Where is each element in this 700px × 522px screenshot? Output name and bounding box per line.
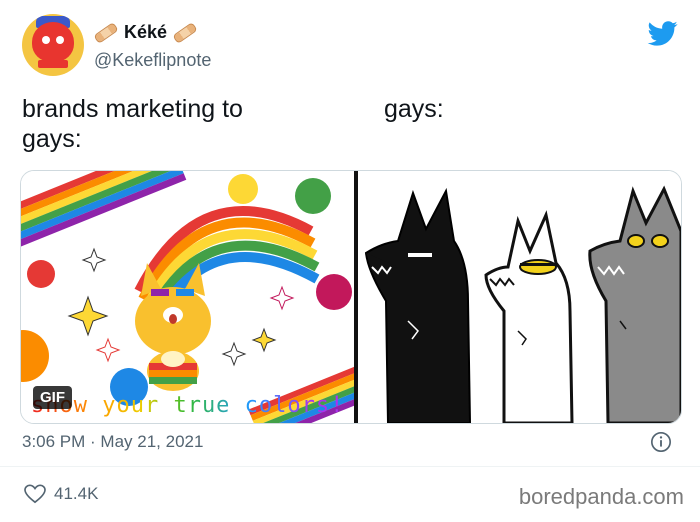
heart-outline-icon[interactable] [24,484,46,504]
wolves-illustration [364,185,681,423]
gif-badge: GIF [33,386,72,409]
bandage-icon [93,21,119,44]
caption-right: gays: [384,95,444,123]
tweet-media[interactable]: show your true colors! GIF [20,170,682,424]
watermark: boredpanda.com [518,484,684,509]
avatar[interactable] [22,14,84,76]
gif-slogan: show your true colors! [31,393,345,418]
bandage-icon [172,21,198,44]
tweet-header: Kéké @Kekeflipnote [22,14,682,78]
divider [0,466,700,467]
caption-left: brands marketing to gays: [22,95,243,153]
user-handle[interactable]: @Kekeflipnote [94,50,211,71]
info-icon[interactable] [650,431,672,453]
name-row[interactable]: Kéké [93,21,198,44]
twitter-bird-icon[interactable] [646,18,680,48]
gif-panel-brand[interactable]: show your true colors! GIF [21,171,354,423]
image-panel-wolves[interactable] [358,171,681,423]
display-name[interactable]: Kéké [124,22,167,43]
rainbow-mascot-illustration [21,171,354,423]
like-count: 41.4K [54,484,99,503]
like-button[interactable]: 41.4K [24,484,98,504]
tweet-timestamp[interactable]: 3:06 PM · May 21, 2021 [22,432,203,452]
